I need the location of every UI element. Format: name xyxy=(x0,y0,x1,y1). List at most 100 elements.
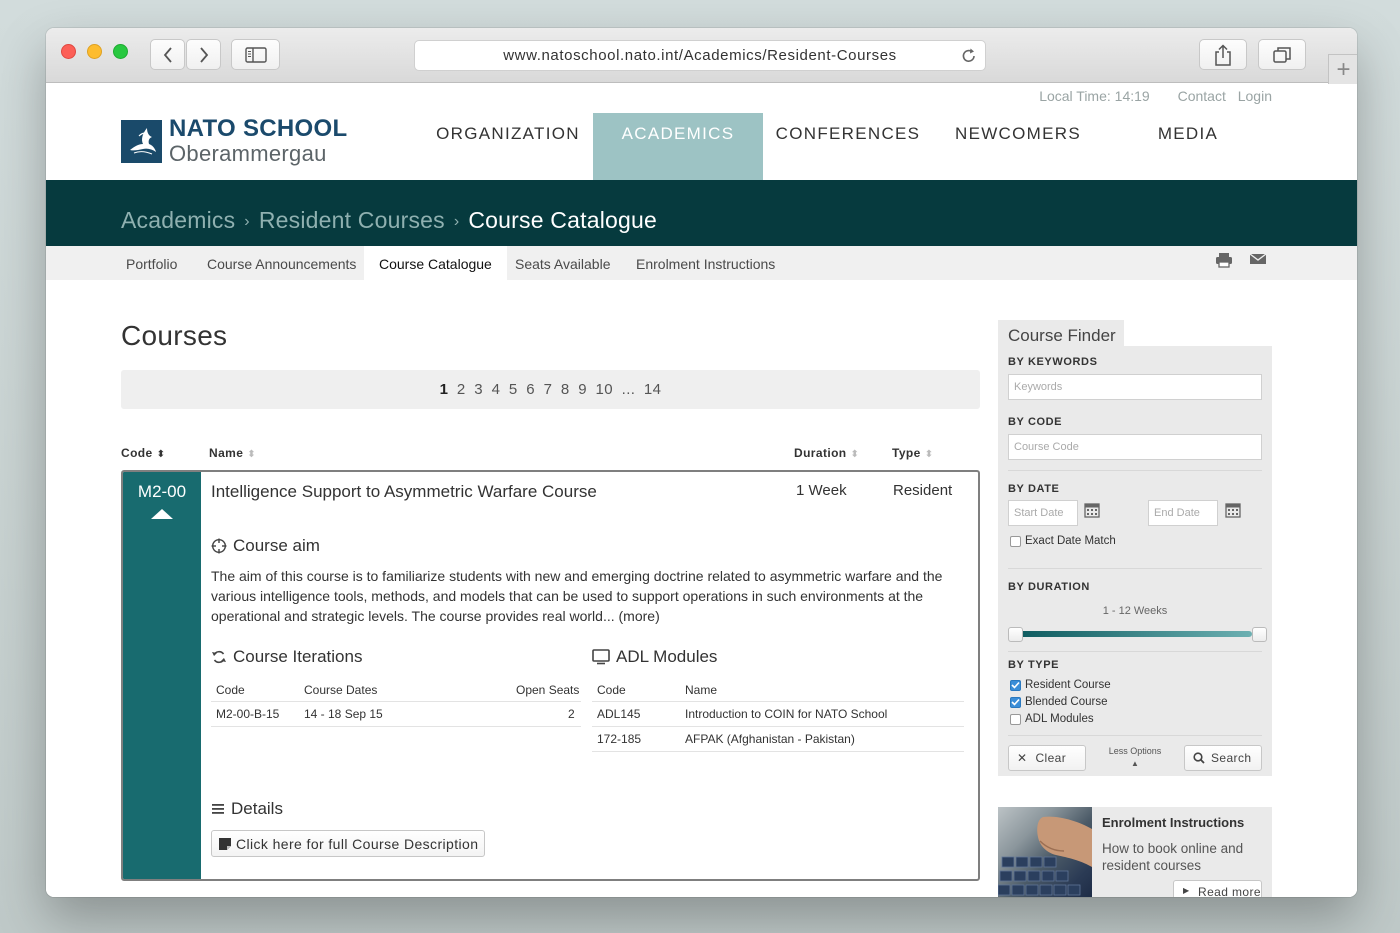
page-link[interactable]: 2 xyxy=(457,381,466,398)
search-button[interactable]: Search xyxy=(1184,745,1262,771)
keywords-input[interactable]: Keywords xyxy=(1008,374,1262,400)
close-window-button[interactable] xyxy=(61,44,76,59)
course-finder: BY KEYWORDS Keywords BY CODE Course Code… xyxy=(998,346,1272,776)
details-label: Details xyxy=(231,799,283,818)
course-code-input[interactable]: Course Code xyxy=(1008,434,1262,460)
keyboard-photo xyxy=(998,807,1092,897)
site-logo[interactable]: NATO SCHOOL Oberammergau xyxy=(121,117,347,165)
monitor-icon xyxy=(592,649,610,665)
checked-checkbox-icon[interactable] xyxy=(1010,679,1021,691)
page-link[interactable]: 6 xyxy=(526,381,535,398)
subnav-enrolment-instructions[interactable]: Enrolment Instructions xyxy=(636,246,775,280)
print-icon[interactable] xyxy=(1215,252,1233,271)
close-icon: ✕ xyxy=(1017,751,1028,765)
subnav-course-catalogue[interactable]: Course Catalogue xyxy=(364,246,507,280)
duration-range-text: 1 - 12 Weeks xyxy=(1102,605,1168,617)
divider xyxy=(592,751,964,752)
duration-max-handle[interactable] xyxy=(1252,627,1267,642)
page-link[interactable]: 3 xyxy=(474,381,483,398)
checkbox[interactable] xyxy=(1010,535,1021,547)
course-name[interactable]: Intelligence Support to Asymmetric Warfa… xyxy=(211,482,597,502)
less-options-toggle[interactable]: Less Options ▲ xyxy=(1098,746,1172,768)
refresh-icon xyxy=(212,650,226,664)
breadcrumb-academics[interactable]: Academics xyxy=(121,207,235,233)
iteration-dates: 14 - 18 Sep 15 xyxy=(304,707,383,721)
promo-title[interactable]: Enrolment Instructions xyxy=(1102,815,1244,830)
page-link[interactable]: 7 xyxy=(544,381,553,398)
eagle-logo-icon xyxy=(121,119,162,163)
checkbox[interactable] xyxy=(1010,713,1021,725)
resident-course-checkbox[interactable]: Resident Course xyxy=(1010,679,1111,691)
page-link[interactable]: 1 xyxy=(440,381,449,398)
checked-checkbox-icon[interactable] xyxy=(1010,696,1021,708)
read-more-button[interactable]: ▶ Read more xyxy=(1173,880,1262,897)
list-icon xyxy=(212,804,224,814)
course-iterations-heading: Course Iterations xyxy=(211,647,362,667)
page-link[interactable]: 5 xyxy=(509,381,518,398)
adl-modules-checkbox[interactable]: ADL Modules xyxy=(1010,713,1094,725)
login-link[interactable]: Login xyxy=(1238,88,1272,104)
start-date-input[interactable]: Start Date xyxy=(1008,500,1078,526)
iterations-col-seats: Open Seats xyxy=(516,683,580,697)
nav-newcomers[interactable]: NEWCOMERS xyxy=(933,113,1103,181)
column-header-type[interactable]: Type ⬍ xyxy=(892,446,934,460)
sort-icon: ⬍ xyxy=(247,449,257,460)
divider xyxy=(592,726,964,727)
adl-col-code: Code xyxy=(597,683,626,697)
subnav-portfolio[interactable]: Portfolio xyxy=(126,246,177,280)
adl-code[interactable]: 172-185 xyxy=(597,732,641,746)
nav-organization[interactable]: ORGANIZATION xyxy=(423,113,593,181)
sidebar-toggle-button[interactable] xyxy=(231,39,280,70)
new-tab-button[interactable]: + xyxy=(1328,54,1357,84)
maximize-window-button[interactable] xyxy=(113,44,128,59)
duration-min-handle[interactable] xyxy=(1008,627,1023,642)
exact-date-match-checkbox[interactable]: Exact Date Match xyxy=(1010,535,1116,547)
calendar-icon[interactable] xyxy=(1225,502,1241,523)
address-bar[interactable]: www.natoschool.nato.int/Academics/Reside… xyxy=(414,40,986,71)
page-link[interactable]: 4 xyxy=(492,381,501,398)
adl-name[interactable]: AFPAK (Afghanistan - Pakistan) xyxy=(685,732,855,746)
iteration-code[interactable]: M2-00-B-15 xyxy=(216,707,279,721)
subnav-seats-available[interactable]: Seats Available xyxy=(515,246,610,280)
mail-icon[interactable] xyxy=(1249,252,1267,271)
divider xyxy=(1008,568,1262,569)
adl-name[interactable]: Introduction to COIN for NATO School xyxy=(685,707,887,721)
back-button[interactable] xyxy=(150,39,185,70)
full-description-button[interactable]: Click here for full Course Description xyxy=(211,830,486,857)
nav-conferences[interactable]: CONFERENCES xyxy=(763,113,933,181)
course-aim-heading: Course aim xyxy=(211,536,320,556)
blended-course-checkbox[interactable]: Blended Course xyxy=(1010,696,1107,708)
browser-toolbar: www.natoschool.nato.int/Academics/Reside… xyxy=(46,28,1357,83)
end-date-input[interactable]: End Date xyxy=(1148,500,1218,526)
iterations-col-dates: Course Dates xyxy=(304,683,378,697)
sub-nav: Portfolio Course Announcements Course Ca… xyxy=(46,246,1357,280)
page-link[interactable]: 8 xyxy=(561,381,570,398)
clear-button[interactable]: ✕ Clear xyxy=(1008,745,1086,771)
sidebar-icon xyxy=(244,46,267,63)
reload-icon[interactable] xyxy=(961,47,977,68)
breadcrumb-resident-courses[interactable]: Resident Courses xyxy=(259,207,445,233)
course-card: M2-00 Intelligence Support to Asymmetric… xyxy=(121,470,980,881)
divider xyxy=(592,701,964,702)
forward-button[interactable] xyxy=(186,39,221,70)
page-ellipsis: ... xyxy=(621,381,636,398)
column-header-code[interactable]: Code ⬍ xyxy=(121,446,165,460)
adl-code[interactable]: ADL145 xyxy=(597,707,640,721)
duration-slider-track[interactable] xyxy=(1016,631,1252,637)
subnav-course-announcements[interactable]: Course Announcements xyxy=(207,246,356,280)
page-link[interactable]: 14 xyxy=(644,381,662,398)
breadcrumb-bar: Academics › Resident Courses › Course Catalo… xyxy=(46,180,1357,246)
nav-media[interactable]: MEDIA xyxy=(1103,113,1273,181)
calendar-icon[interactable] xyxy=(1084,502,1100,523)
tabs-button[interactable] xyxy=(1258,39,1306,70)
page-link[interactable]: 10 xyxy=(596,381,614,398)
contact-link[interactable]: Contact xyxy=(1178,88,1226,104)
nav-academics[interactable]: ACADEMICS xyxy=(593,113,763,181)
collapse-arrow-icon[interactable] xyxy=(151,509,173,519)
column-header-name[interactable]: Name ⬍ xyxy=(209,446,256,460)
share-button[interactable] xyxy=(1199,39,1247,70)
minimize-window-button[interactable] xyxy=(87,44,102,59)
page-link[interactable]: 9 xyxy=(578,381,587,398)
course-code-column[interactable]: M2-00 xyxy=(123,472,201,879)
column-header-duration[interactable]: Duration ⬍ xyxy=(794,446,859,460)
